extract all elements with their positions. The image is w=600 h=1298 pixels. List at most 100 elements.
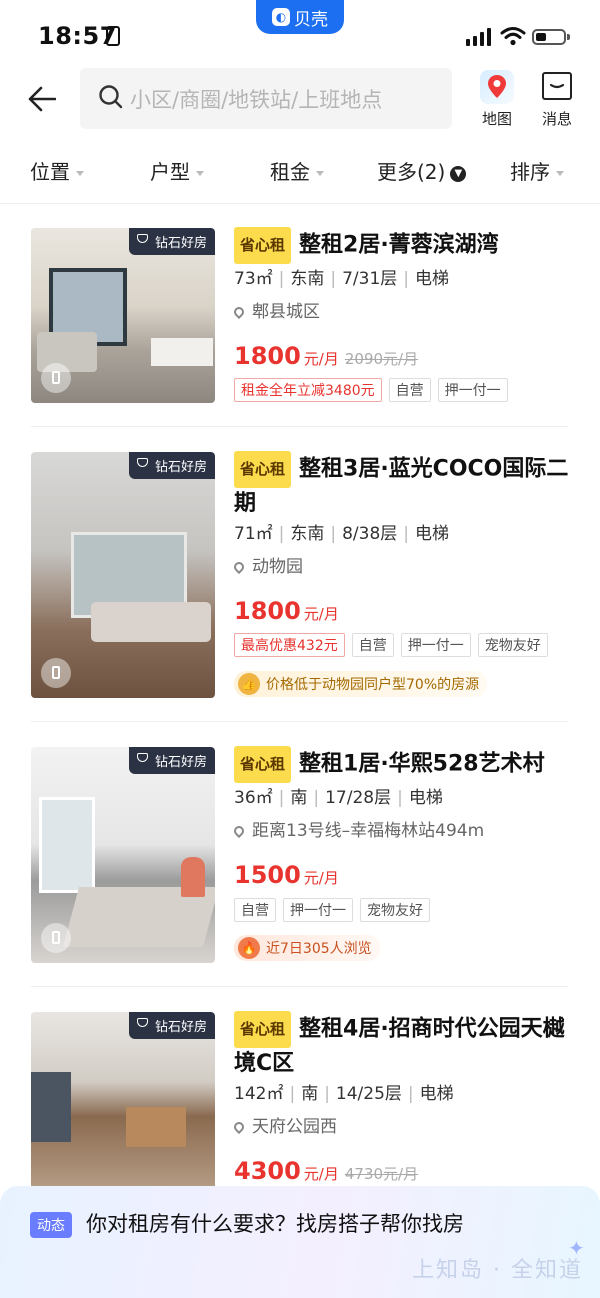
cellular-signal-icon: [466, 28, 491, 46]
listing-photo: 钻石好房: [31, 1012, 215, 1186]
views-hint: 🔥 近7日305人浏览: [234, 935, 380, 961]
feature-tag: 宠物友好: [477, 633, 548, 657]
promo-tag: 租金全年立减3480元: [234, 378, 382, 402]
search-icon: [99, 85, 123, 109]
listing-location: 距离13号线–幸福梅林站494m: [231, 816, 484, 841]
banner-text[interactable]: 你对租房有什么要求？找房搭子帮你找房: [86, 1208, 464, 1238]
window-illustration: [39, 797, 95, 893]
save-tag: 省心租: [234, 227, 292, 264]
price-unit: 元/月: [303, 1165, 339, 1183]
feature-tag: 自营: [388, 378, 431, 402]
vr-tour-icon[interactable]: [41, 658, 71, 688]
banner-slogan: 上知岛 · 全知道: [412, 1258, 583, 1283]
wifi-icon: [500, 27, 526, 46]
listing-title: 省心租 整租2居·菁蓉滨湖湾: [234, 227, 574, 264]
listing-card[interactable]: 钻石好房 省心租 整租1居·华熙528艺术村 36㎡ | 南 | 17/28层 | 电梯 距离…: [0, 746, 600, 967]
divider: [31, 426, 568, 427]
vr-tour-icon[interactable]: [41, 923, 71, 953]
battery-tip: [567, 34, 570, 40]
id-card-icon: [106, 26, 120, 46]
listing-card[interactable]: 钻石好房 省心租 整租3居·蓝光COCO国际二期 71㎡ | 东南 | 8/38层 | 电梯 …: [0, 451, 600, 702]
banner-tag: 动态: [30, 1212, 72, 1238]
diamond-badge-label: 钻石好房: [154, 236, 207, 251]
listing-price: 1500 元/月: [234, 861, 339, 889]
listing-photo: 钻石好房: [31, 452, 215, 698]
diamond-icon: [136, 458, 148, 467]
listing-title: 省心租 整租3居·蓝光COCO国际二期: [234, 451, 574, 519]
listing-photo: 钻石好房: [31, 747, 215, 963]
listing-orientation: 南: [301, 1084, 319, 1104]
location-pin-icon: [231, 1119, 247, 1135]
listing-area: 36㎡: [234, 788, 273, 808]
filter-layout[interactable]: 户型: [150, 156, 204, 185]
vr-tour-icon[interactable]: [41, 363, 71, 393]
listing-title: 省心租 整租1居·华熙528艺术村: [234, 746, 574, 783]
price-unit: 元/月: [303, 869, 339, 887]
listing-title-text: 整租2居·菁蓉滨湖湾: [299, 232, 499, 258]
feature-tag: 自营: [351, 633, 394, 657]
price-unit: 元/月: [303, 350, 339, 368]
listing-meta: 71㎡ | 东南 | 8/38层 | 电梯: [234, 524, 450, 544]
listing-location-text: 郫县城区: [252, 302, 320, 322]
message-label[interactable]: 消息: [535, 108, 579, 129]
listing-tags: 租金全年立减3480元 自营 押一付一: [234, 378, 508, 402]
filter-rent-label: 租金: [270, 160, 310, 184]
views-hint-text: 近7日305人浏览: [266, 941, 372, 957]
diamond-badge: 钻石好房: [128, 747, 215, 774]
listing-floor: 8/38层: [342, 524, 398, 544]
filter-rent[interactable]: 租金: [270, 156, 324, 185]
listing-floor: 14/25层: [335, 1084, 402, 1104]
listing-location-text: 天府公园西: [252, 1117, 337, 1137]
thumbs-up-icon: 👍: [238, 673, 260, 695]
feature-tag: 押一付一: [283, 898, 353, 922]
filter-layout-label: 户型: [150, 160, 190, 184]
filter-location[interactable]: 位置: [30, 156, 84, 185]
listing-price: 4300 元/月 4730元/月: [234, 1157, 418, 1185]
listing-location-text: 动物园: [252, 557, 303, 577]
price-value: 1800: [234, 597, 301, 625]
listing-location: 动物园: [231, 552, 303, 577]
app-badge-label: 贝壳: [294, 9, 328, 30]
app-return-pill[interactable]: ◐ 贝壳: [256, 0, 344, 34]
cabinet-illustration: [151, 338, 213, 366]
listing-card[interactable]: 钻石好房 省心租 整租4居·招商时代公园天樾境C区 142㎡ | 南 | 14/25层 | 电…: [0, 1011, 600, 1186]
price-value: 1500: [234, 861, 301, 889]
window-illustration: [31, 1072, 71, 1142]
map-label[interactable]: 地图: [475, 108, 519, 129]
message-icon[interactable]: [542, 72, 572, 100]
diamond-badge-label: 钻石好房: [154, 755, 207, 770]
back-arrow-icon[interactable]: [28, 86, 56, 112]
feature-tag: 押一付一: [437, 378, 508, 402]
original-price: 4730元/月: [344, 1165, 419, 1183]
fire-icon: 🔥: [238, 937, 260, 959]
price-unit: 元/月: [303, 605, 339, 623]
listing-elevator: 电梯: [415, 269, 450, 289]
diamond-icon: [136, 1018, 148, 1027]
diamond-badge: 钻石好房: [128, 452, 215, 479]
listing-area: 71㎡: [234, 524, 273, 544]
divider: [0, 203, 600, 204]
filter-sort[interactable]: 排序: [510, 156, 564, 185]
listing-tags: 自营 押一付一 宠物友好: [234, 898, 430, 922]
listing-price: 1800 元/月 2090元/月: [234, 342, 418, 370]
save-tag: 省心租: [234, 746, 292, 783]
map-icon[interactable]: [480, 70, 514, 104]
filter-sort-label: 排序: [510, 160, 550, 184]
feature-tag: 自营: [234, 898, 276, 922]
chevron-down-icon: [76, 171, 84, 176]
listing-title: 省心租 整租4居·招商时代公园天樾境C区: [234, 1011, 574, 1079]
filter-more[interactable]: 更多(2) ▼: [377, 156, 467, 185]
save-tag: 省心租: [234, 1011, 292, 1048]
app-logo-icon: ◐: [272, 8, 290, 26]
listing-elevator: 电梯: [408, 788, 443, 808]
chevron-down-icon: [556, 171, 564, 176]
listing-photo: 钻石好房: [31, 228, 215, 403]
listing-tags: 最高优惠432元 自营 押一付一 宠物友好: [234, 633, 548, 657]
listing-location: 天府公园西: [231, 1112, 337, 1137]
listing-price: 1800 元/月: [234, 597, 339, 625]
filter-location-label: 位置: [30, 160, 70, 184]
listing-title-text: 整租1居·华熙528艺术村: [299, 751, 545, 777]
price-hint-text: 价格低于动物园同户型70%的房源: [266, 677, 480, 693]
cabinet-illustration: [126, 1107, 186, 1147]
listing-card[interactable]: 钻石好房 省心租 整租2居·菁蓉滨湖湾 73㎡ | 东南 | 7/31层 | 电梯 郫县城区 …: [0, 227, 600, 408]
